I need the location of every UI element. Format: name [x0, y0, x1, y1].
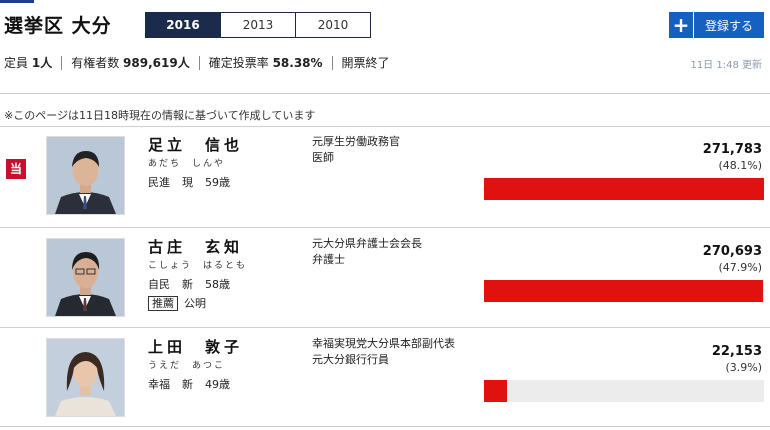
- election-stats: 定員 1人 有権者数 989,619人 確定投票率 58.38% 開票終了: [4, 54, 390, 71]
- winner-badge: 当: [6, 159, 26, 179]
- candidate-photo: [46, 136, 125, 215]
- divider-line: [0, 93, 770, 94]
- vote-bar-fill: [484, 280, 763, 302]
- update-time: 11日 1:48 更新: [690, 60, 762, 71]
- electorate-label: 有権者数: [71, 56, 120, 70]
- divider: [198, 55, 200, 70]
- endorsement: 推薦 公明: [148, 295, 206, 311]
- career-line: 医師: [312, 151, 334, 164]
- career: 元厚生労働政務官 医師: [312, 134, 400, 166]
- candidate-kana: あだち しんや: [148, 159, 226, 169]
- candidate-row: 当 足立 信也 あだち しんや 民進現 59歳 元厚生労働政務官 医師 271,7…: [0, 128, 770, 228]
- candidate-kana: うえだ あつこ: [148, 361, 226, 371]
- tab-2010[interactable]: 2010: [295, 13, 370, 37]
- career-line: 元大分銀行行員: [312, 353, 389, 366]
- party: 民進: [148, 176, 170, 189]
- party: 幸福: [148, 378, 170, 391]
- endorse-tag: 推薦: [148, 295, 178, 311]
- divider-line: [0, 426, 770, 427]
- year-tabs: 2016 2013 2010: [145, 12, 371, 38]
- divider: [61, 55, 63, 70]
- tab-2016[interactable]: 2016: [146, 13, 220, 37]
- career-line: 幸福実現党大分県本部副代表: [312, 337, 455, 350]
- career-line: 元大分県弁護士会会長: [312, 237, 422, 250]
- candidate-photo: [46, 238, 125, 317]
- register-label: 登録する: [704, 18, 753, 33]
- vote-bar: [484, 380, 764, 402]
- vote-count: 22,153: [711, 344, 762, 359]
- vote-percent: (47.9%): [718, 261, 762, 274]
- candidate-photo: [46, 338, 125, 417]
- vote-bar: [484, 280, 764, 302]
- age: 59歳: [205, 176, 230, 189]
- endorse-party: 公明: [184, 297, 206, 310]
- vote-count: 270,693: [702, 244, 762, 259]
- vote-percent: (3.9%): [725, 361, 762, 374]
- divider-line: [0, 126, 770, 127]
- age: 49歳: [205, 378, 230, 391]
- candidate-row: 古庄 玄知 こしょう はるとも 自民新 58歳 推薦 公明 元大分県弁護士会会長 …: [0, 230, 770, 330]
- vote-bar-fill: [484, 380, 507, 402]
- turnout-label: 確定投票率: [208, 56, 269, 70]
- vote-count: 271,783: [702, 142, 762, 157]
- info-note: ※このページは11日18時現在の情報に基づいて作成しています: [4, 109, 316, 122]
- career: 幸福実現党大分県本部副代表 元大分銀行行員: [312, 336, 455, 368]
- divider: [331, 55, 333, 70]
- divider-line: [0, 327, 770, 328]
- tab-2013[interactable]: 2013: [220, 13, 295, 37]
- candidate-kana: こしょう はるとも: [148, 261, 248, 271]
- seats-value: 1人: [31, 56, 53, 70]
- candidate-info: 幸福新 49歳: [148, 376, 242, 392]
- candidate-info: 自民新 58歳: [148, 276, 242, 292]
- count-status: 開票終了: [341, 56, 390, 70]
- candidate-name: 古庄 玄知: [148, 238, 244, 256]
- age: 58歳: [205, 278, 230, 291]
- turnout-value: 58.38%: [272, 55, 323, 70]
- page-title: 選挙区 大分: [4, 15, 112, 37]
- incumbency: 新: [182, 378, 193, 391]
- page-header: 選挙区 大分 2016 2013 2010 + 登録する: [0, 3, 770, 41]
- incumbency: 新: [182, 278, 193, 291]
- candidate-row: 上田 敦子 うえだ あつこ 幸福新 49歳 幸福実現党大分県本部副代表 元大分銀行…: [0, 330, 770, 430]
- seats-label: 定員: [4, 56, 29, 70]
- register-button[interactable]: + 登録する: [669, 12, 764, 38]
- electorate-value: 989,619人: [123, 56, 190, 70]
- candidate-name: 上田 敦子: [148, 338, 244, 356]
- vote-percent: (48.1%): [718, 159, 762, 172]
- incumbency: 現: [182, 176, 193, 189]
- party: 自民: [148, 278, 170, 291]
- career-line: 弁護士: [312, 253, 345, 266]
- vote-bar: [484, 178, 764, 200]
- vote-bar-fill: [484, 178, 764, 200]
- divider-line: [0, 227, 770, 228]
- candidate-info: 民進現 59歳: [148, 174, 242, 190]
- candidate-name: 足立 信也: [148, 136, 244, 154]
- career: 元大分県弁護士会会長 弁護士: [312, 236, 422, 268]
- plus-icon: +: [669, 12, 694, 38]
- career-line: 元厚生労働政務官: [312, 135, 400, 148]
